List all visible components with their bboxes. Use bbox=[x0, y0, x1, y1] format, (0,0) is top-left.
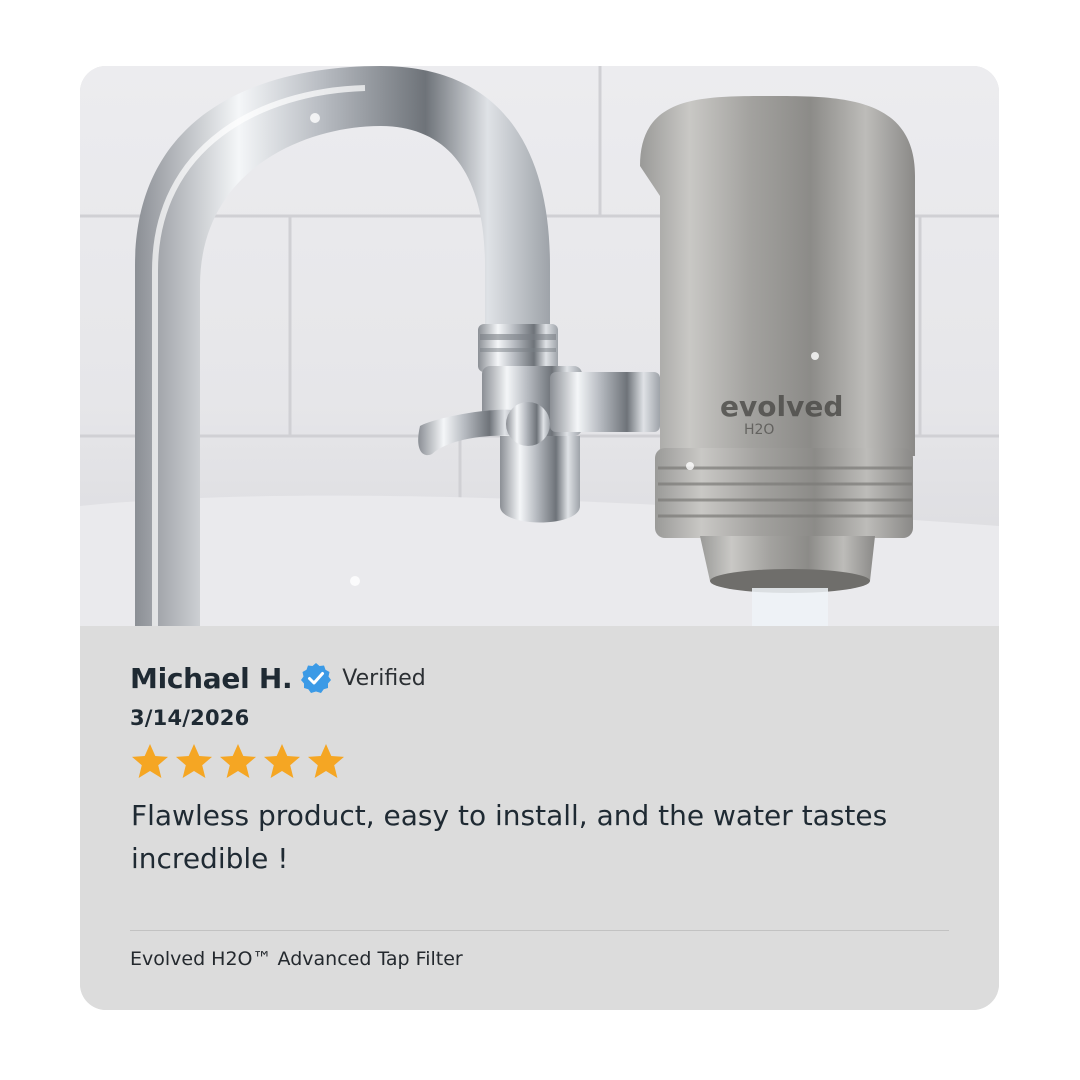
brand-text: evolved bbox=[720, 390, 843, 423]
star-icon bbox=[132, 744, 168, 778]
star-icon bbox=[264, 744, 300, 778]
reviewer-row: Michael H. Verified bbox=[130, 658, 426, 698]
verified-check-icon bbox=[300, 662, 332, 694]
star-icon bbox=[220, 744, 256, 778]
faucet-filter-image: evolved H2O bbox=[80, 66, 999, 626]
star-icon bbox=[308, 744, 344, 778]
star-icon bbox=[176, 744, 212, 778]
review-photo: evolved H2O bbox=[80, 66, 999, 626]
review-date: 3/14/2026 bbox=[130, 706, 250, 730]
reviewer-name: Michael H. bbox=[130, 661, 293, 695]
review-content: Michael H. Verified 3/14/2026 Flawless p… bbox=[80, 626, 999, 1010]
verified-label: Verified bbox=[342, 665, 426, 691]
divider bbox=[130, 930, 949, 931]
brand-subtext: H2O bbox=[744, 422, 774, 438]
product-name: Evolved H2O™ Advanced Tap Filter bbox=[130, 948, 463, 970]
review-text: Flawless product, easy to install, and t… bbox=[131, 799, 888, 875]
star-rating bbox=[130, 742, 346, 782]
review-card: evolved H2O Michael H. Verified 3/14/202… bbox=[80, 66, 999, 1010]
